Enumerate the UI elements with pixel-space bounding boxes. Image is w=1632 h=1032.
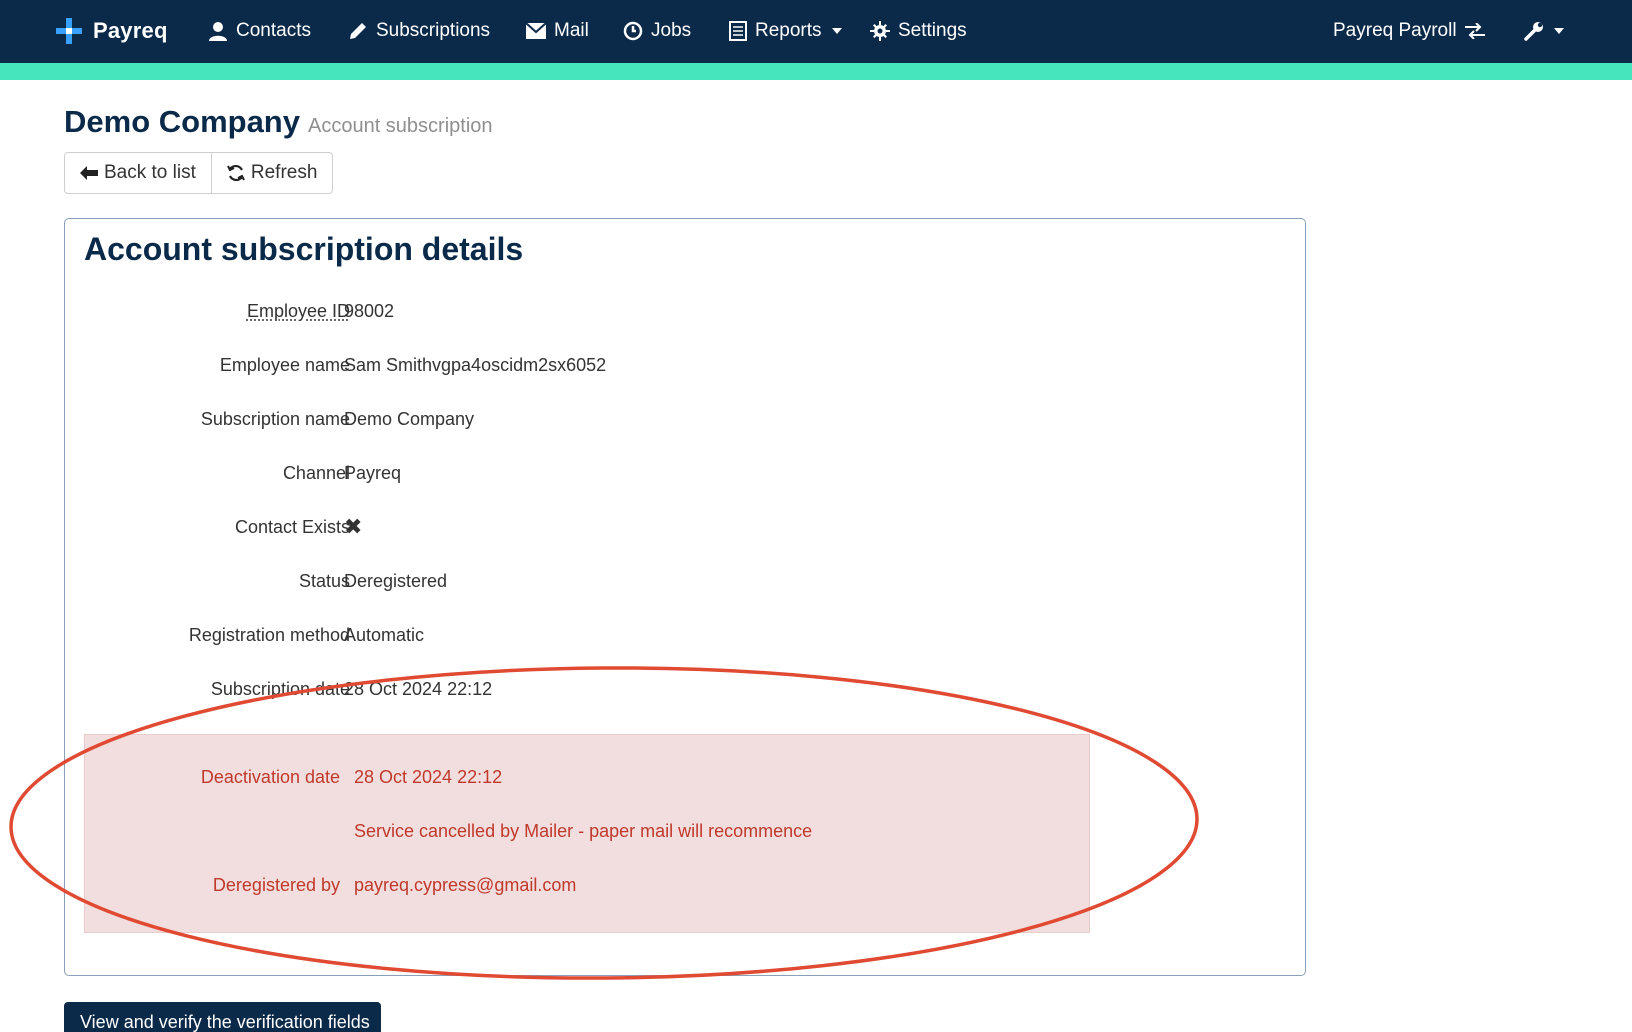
field-row-contact-exists: Contact Exists ✖	[65, 514, 1165, 547]
registration-method-value: Automatic	[344, 625, 425, 645]
gear-icon	[870, 21, 890, 41]
refresh-icon	[226, 164, 245, 182]
account-name: Payreq Payroll	[1333, 20, 1457, 41]
nav-settings-label: Settings	[898, 20, 967, 41]
employee-id-label: Employee ID	[246, 301, 350, 321]
page-title: Demo Company Account subscription	[64, 104, 493, 140]
status-value: Deregistered	[344, 571, 448, 591]
nav-contacts-label: Contacts	[236, 20, 311, 41]
deactivation-date-row: Deactivation date 28 Oct 2024 22:12	[85, 767, 1085, 797]
back-to-list-label: Back to list	[104, 162, 196, 183]
field-row-registration-method: Registration method Automatic	[65, 625, 1165, 655]
nav-settings[interactable]: Settings	[870, 18, 967, 44]
brand-logo[interactable]: Payreq	[55, 14, 168, 48]
deregistered-by-label: Deregistered by	[212, 875, 340, 895]
subscription-date-value: 28 Oct 2024 22:12	[344, 679, 493, 699]
field-row-subscription-date: Subscription date 28 Oct 2024 22:12	[65, 679, 1165, 709]
employee-id-value: 98002	[344, 301, 395, 321]
employee-name-value: Sam Smithvgpa4oscidm2sx6052	[344, 355, 607, 375]
account-switcher[interactable]: Payreq Payroll	[1333, 18, 1485, 44]
cross-icon: ✖	[344, 514, 363, 539]
status-label: Status	[298, 571, 350, 591]
nav-reports[interactable]: Reports	[729, 18, 842, 44]
nav-subscriptions-label: Subscriptions	[376, 20, 491, 41]
brand-name: Payreq	[93, 18, 168, 43]
clock-icon	[623, 21, 643, 41]
nav-jobs[interactable]: Jobs	[623, 18, 691, 44]
subscription-date-label: Subscription date	[210, 679, 350, 699]
contact-exists-label: Contact Exists	[234, 517, 350, 537]
refresh-button[interactable]: Refresh	[210, 153, 333, 193]
field-row-status: Status Deregistered	[65, 571, 1165, 601]
channel-value: Payreq	[344, 463, 402, 483]
nav-subscriptions[interactable]: Subscriptions	[348, 18, 490, 44]
company-name: Demo Company	[64, 104, 300, 139]
action-button-group: Back to list Refresh	[64, 152, 334, 194]
tools-menu[interactable]	[1524, 18, 1564, 44]
report-icon	[729, 21, 747, 41]
cancellation-reason-value: Service cancelled by Mailer - paper mail…	[354, 821, 813, 841]
nav-contacts[interactable]: Contacts	[208, 18, 311, 44]
field-row-employee-id: Employee ID 98002	[65, 301, 1165, 331]
employee-name-label: Employee name	[219, 355, 350, 375]
nav-mail-label: Mail	[554, 20, 589, 41]
chevron-down-icon	[1554, 28, 1564, 34]
deactivation-date-label: Deactivation date	[200, 767, 340, 787]
subscription-details-panel: Account subscription details Employee ID…	[64, 218, 1306, 976]
nav-reports-label: Reports	[755, 20, 822, 41]
registration-method-label: Registration method	[188, 625, 350, 645]
nav-mail[interactable]: Mail	[526, 18, 589, 44]
payreq-logo-icon	[56, 18, 82, 44]
pencil-icon	[350, 23, 366, 39]
field-row-employee-name: Employee name Sam Smithvgpa4oscidm2sx605…	[65, 355, 1165, 385]
back-to-list-button[interactable]: Back to list	[65, 153, 211, 193]
subscription-name-value: Demo Company	[344, 409, 475, 429]
cancellation-reason-row: Service cancelled by Mailer - paper mail…	[85, 821, 1085, 851]
envelope-icon	[526, 23, 546, 39]
chevron-down-icon	[831, 28, 842, 34]
refresh-label: Refresh	[250, 162, 318, 183]
deactivation-alert: Deactivation date 28 Oct 2024 22:12 Serv…	[84, 734, 1090, 933]
user-icon	[209, 22, 227, 41]
deregistered-by-value: payreq.cypress@gmail.com	[354, 875, 577, 895]
field-row-subscription-name: Subscription name Demo Company	[65, 409, 1165, 439]
panel-title: Account subscription details	[84, 231, 524, 267]
arrow-left-icon	[80, 166, 98, 180]
deactivation-date-value: 28 Oct 2024 22:12	[354, 767, 503, 787]
wrench-icon	[1524, 22, 1543, 41]
accent-bar	[0, 63, 1632, 80]
top-navbar: Payreq Contacts Subscriptions Mail Jobs	[0, 0, 1632, 63]
nav-jobs-label: Jobs	[651, 20, 692, 41]
channel-label: Channel	[282, 463, 350, 483]
field-row-channel: Channel Payreq	[65, 463, 1165, 493]
verification-fields-button[interactable]: View and verify the verification fields	[64, 1002, 381, 1032]
page-subtitle: Account subscription	[307, 115, 493, 137]
deregistered-by-row: Deregistered by payreq.cypress@gmail.com	[85, 875, 1085, 905]
subscription-name-label: Subscription name	[200, 409, 350, 429]
switch-arrows-icon	[1464, 23, 1485, 39]
